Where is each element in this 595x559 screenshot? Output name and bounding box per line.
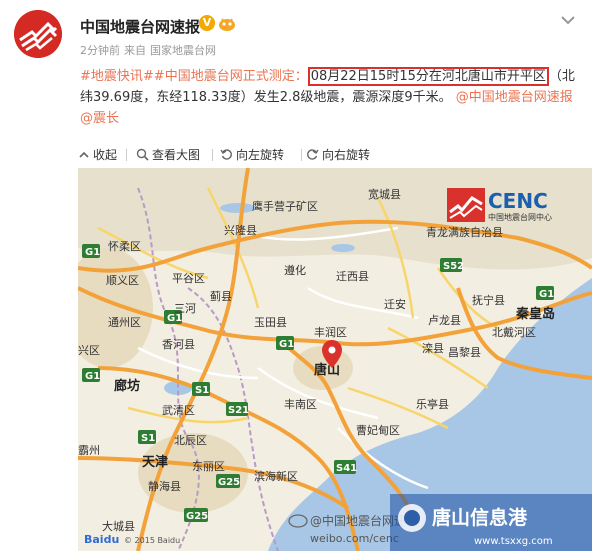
toolbar-divider <box>126 149 127 161</box>
view-large-label: 查看大图 <box>152 148 201 162</box>
place-label: 北戴河区 <box>492 325 536 339</box>
highlighted-location: 08月22日15时15分在河北唐山市开平区 <box>307 67 549 86</box>
place-label: 滨海新区 <box>254 469 298 483</box>
post-header: 中国地震台网速报 V 2分钟前 来自 国家地震台网 <box>0 0 595 64</box>
place-label-qinhuangdao: 秦皇岛 <box>515 306 555 322</box>
post-time[interactable]: 2分钟前 <box>80 44 120 57</box>
place-label: 丰润区 <box>314 325 347 339</box>
road-shield-g1: G1 <box>279 339 294 350</box>
reservoir <box>220 203 256 213</box>
road-shield-s41: S41 <box>336 463 357 474</box>
place-label: 兴隆县 <box>224 223 257 237</box>
place-label-tianjin: 天津 <box>142 454 168 470</box>
place-label: 东丽区 <box>192 460 225 473</box>
place-label-langfang: 廊坊 <box>114 378 140 394</box>
toolbar-divider <box>212 149 213 161</box>
place-label: 顺义区 <box>106 274 139 287</box>
road-shield-g1: G1 <box>539 289 554 300</box>
rotate-left-icon <box>220 149 232 160</box>
collapse-label: 收起 <box>93 148 118 162</box>
road-shield-g1: G1 <box>85 247 100 258</box>
avatar[interactable] <box>14 10 62 58</box>
mention-link[interactable]: @震长 <box>80 111 119 126</box>
seismic-logo-icon <box>14 10 62 58</box>
site-watermark-url: www.tsxxg.com <box>474 536 553 547</box>
account-name[interactable]: 中国地震台网速报 <box>80 16 200 37</box>
place-label: 丰南区 <box>284 398 317 411</box>
rotate-left-button[interactable]: 向左旋转 <box>220 145 284 165</box>
place-label: 静海县 <box>148 479 181 493</box>
topic-tag[interactable]: #地震快讯# <box>80 69 154 84</box>
chevron-down-icon[interactable] <box>560 14 576 26</box>
place-label: 遵化 <box>284 263 306 277</box>
place-label: 乐亭县 <box>416 397 449 411</box>
place-label: 宽城县 <box>368 187 401 201</box>
baidu-logo-text: Baidu <box>84 533 119 546</box>
place-label: 三河 <box>174 302 196 315</box>
verified-icon: V <box>199 15 215 31</box>
place-label: 迁西县 <box>336 270 369 283</box>
place-label: 青龙满族自治县 <box>426 225 503 239</box>
map-copyright: © 2015 Baidu <box>124 536 180 545</box>
place-label: 蓟县 <box>210 290 232 303</box>
road-shield-g25: G25 <box>218 477 240 488</box>
reservoir <box>331 244 355 252</box>
place-label: 香河县 <box>162 338 195 351</box>
view-large-button[interactable]: 查看大图 <box>136 145 200 165</box>
place-label-tangshan: 唐山 <box>314 362 340 378</box>
place-label: 通州区 <box>108 316 141 329</box>
road-shield-g1: G1 <box>85 371 100 382</box>
toolbar-divider <box>301 149 302 161</box>
rotate-right-button[interactable]: 向右旋转 <box>306 145 370 165</box>
place-label: 霸州 <box>78 444 100 457</box>
rotate-right-icon <box>307 149 319 160</box>
place-label: 卢龙县 <box>428 314 461 327</box>
post-text: #地震快讯##中国地震台网正式测定： 08月22日15时15分在河北唐山市开平区（… <box>80 66 586 129</box>
place-label: 抚宁县 <box>472 293 505 307</box>
place-label: 兴区 <box>78 344 100 357</box>
watermark-url: weibo.com/cenc <box>310 532 399 545</box>
cenc-logo: CENC 中国地震台网中心 <box>447 188 552 222</box>
source-prefix: 来自 <box>124 44 146 57</box>
mention-link[interactable]: @中国地震台网速报 <box>456 90 573 105</box>
topic-tag[interactable]: #中国地震台网正式测定： <box>154 69 308 84</box>
corner-watermark: 唐山信息港 www.tsxxg.com <box>390 494 592 551</box>
place-label: 大城县 <box>102 519 135 533</box>
cenc-logo-text: CENC <box>488 189 548 213</box>
place-label: 玉田县 <box>254 316 287 329</box>
road-shield-g25: G25 <box>186 511 208 522</box>
site-watermark-title: 唐山信息港 <box>432 506 528 529</box>
road-shield-s52: S52 <box>443 261 464 272</box>
place-label: 怀柔区 <box>108 240 141 253</box>
place-label: 曹妃甸区 <box>356 423 400 437</box>
earthquake-location-map[interactable]: S52 G1 G1 G1 S1 S21 G25 G1 G1 S41 G25 S1… <box>78 168 592 551</box>
map-canvas: S52 G1 G1 G1 S1 S21 G25 G1 G1 S41 G25 S1… <box>78 168 592 551</box>
magnifier-icon <box>136 148 149 161</box>
rotate-left-label: 向左旋转 <box>236 148 285 162</box>
road-shield-s1: S1 <box>141 433 155 444</box>
place-label: 滦县 <box>422 341 444 355</box>
place-label: 武清区 <box>162 404 195 417</box>
place-label: 北辰区 <box>174 434 207 447</box>
place-label: 迁安 <box>384 297 406 311</box>
road-shield-s21: S21 <box>228 405 249 416</box>
post-source[interactable]: 国家地震台网 <box>150 44 216 57</box>
place-label: 鹰手营子矿区 <box>252 199 318 213</box>
place-label: 平谷区 <box>172 272 205 285</box>
cenc-logo-subtext: 中国地震台网中心 <box>488 212 552 222</box>
road-shield-s1: S1 <box>195 385 209 396</box>
collapse-button[interactable]: 收起 <box>78 145 117 165</box>
member-icon <box>219 18 235 31</box>
collapse-icon <box>79 151 89 158</box>
rotate-right-label: 向右旋转 <box>322 148 371 162</box>
place-label: 昌黎县 <box>448 345 481 359</box>
post-meta: 2分钟前 来自 国家地震台网 <box>80 42 220 58</box>
